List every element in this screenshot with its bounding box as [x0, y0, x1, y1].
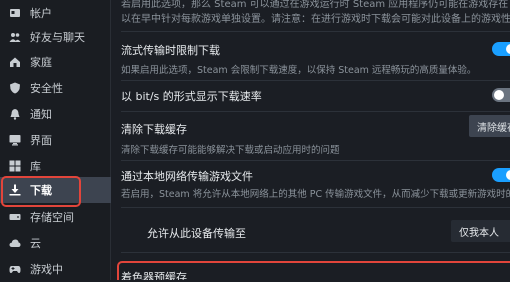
local-transfer-desc: 若启用，Steam 将允许从本地网络上的其他 PC 传输游戏文件，从而减少下载或…	[121, 189, 510, 200]
clear-cache-desc: 清除下载缓存可能能够解决下载或启动应用时的问题	[121, 145, 340, 156]
divider	[121, 160, 510, 161]
divider	[121, 80, 510, 81]
sidebar-item-downloads[interactable]: 下载	[0, 177, 111, 203]
top-description-line-1: 若启用此选项，那么 Steam 可以通过在游戏运行时 Steam 应用程序仍可能…	[121, 0, 509, 10]
divider	[121, 31, 510, 32]
top-description-line-2: 以在早中针对每款游戏单独设置。请注意：在进行游戏时下载会可能对此设备上的游戏性能…	[121, 14, 510, 25]
allow-transfer-select[interactable]: 仅我本人	[451, 220, 510, 242]
family-icon	[9, 56, 21, 68]
sidebar-item-label: 帐户	[30, 7, 52, 20]
local-transfer-toggle[interactable]	[492, 168, 510, 182]
sidebar-item-label: 下载	[30, 184, 52, 197]
divider	[121, 207, 510, 208]
sidebar-item-label: 界面	[30, 134, 52, 147]
bits-display-toggle[interactable]	[492, 88, 510, 102]
sidebar-item-label: 存储空间	[30, 211, 74, 224]
sidebar-item-storage[interactable]: 存储空间	[0, 204, 111, 230]
toggle-knob	[506, 44, 510, 54]
sidebar-item-label: 库	[30, 160, 41, 173]
sidebar-item-library[interactable]: 库	[0, 153, 111, 179]
sidebar-item-cloud[interactable]: 云	[0, 230, 111, 256]
friends-icon	[9, 31, 21, 43]
allow-transfer-label: 允许从此设备传输至	[147, 227, 246, 240]
divider	[121, 252, 510, 253]
toggle-knob	[494, 90, 504, 100]
sidebar-item-in-game[interactable]: 游戏中	[0, 256, 111, 282]
gamepad-icon	[9, 263, 21, 275]
storage-icon	[9, 211, 21, 223]
sidebar-item-notifications[interactable]: 通知	[0, 101, 111, 127]
clear-cache-title: 清除下载缓存	[121, 123, 187, 136]
sidebar-item-account[interactable]: 帐户	[0, 0, 111, 26]
bits-display-title: 以 bit/s 的形式显示下载速率	[121, 90, 262, 103]
cloud-icon	[9, 237, 21, 249]
shader-cache-title: 着色器预缓存	[121, 271, 187, 280]
library-grid-icon	[9, 160, 21, 172]
divider	[121, 111, 510, 112]
sidebar-item-label: 通知	[30, 108, 52, 121]
sidebar-item-family[interactable]: 家庭	[0, 49, 111, 75]
download-icon	[9, 184, 21, 196]
account-icon	[9, 7, 21, 19]
clear-cache-button[interactable]: 清除缓存	[469, 115, 510, 137]
sidebar-item-interface[interactable]: 界面	[0, 127, 111, 153]
bell-icon	[9, 108, 21, 120]
shield-icon	[9, 82, 21, 94]
sidebar-item-label: 家庭	[30, 56, 52, 69]
sidebar-item-label: 云	[30, 237, 41, 250]
downloads-settings-panel: 若启用此选项，那么 Steam 可以通过在游戏运行时 Steam 应用程序仍可能…	[111, 0, 510, 280]
streaming-throttle-title: 流式传输时限制下载	[121, 44, 220, 57]
streaming-throttle-desc: 如果启用此选项，Steam 会限制下载速度，以保持 Steam 远程畅玩的高质量…	[121, 65, 477, 76]
monitor-icon	[9, 134, 21, 146]
toggle-knob	[506, 170, 510, 180]
settings-sidebar: 帐户 好友与聊天 家庭 安全性 通知 界面 库 下载 存储空间 云 游戏中	[0, 0, 111, 280]
streaming-throttle-toggle[interactable]	[492, 42, 510, 56]
sidebar-item-security[interactable]: 安全性	[0, 75, 111, 101]
local-transfer-title: 通过本地网络传输游戏文件	[121, 170, 253, 183]
sidebar-item-label: 游戏中	[30, 263, 63, 276]
sidebar-item-friends[interactable]: 好友与聊天	[0, 24, 111, 50]
sidebar-item-label: 好友与聊天	[30, 31, 85, 44]
sidebar-item-label: 安全性	[30, 82, 63, 95]
